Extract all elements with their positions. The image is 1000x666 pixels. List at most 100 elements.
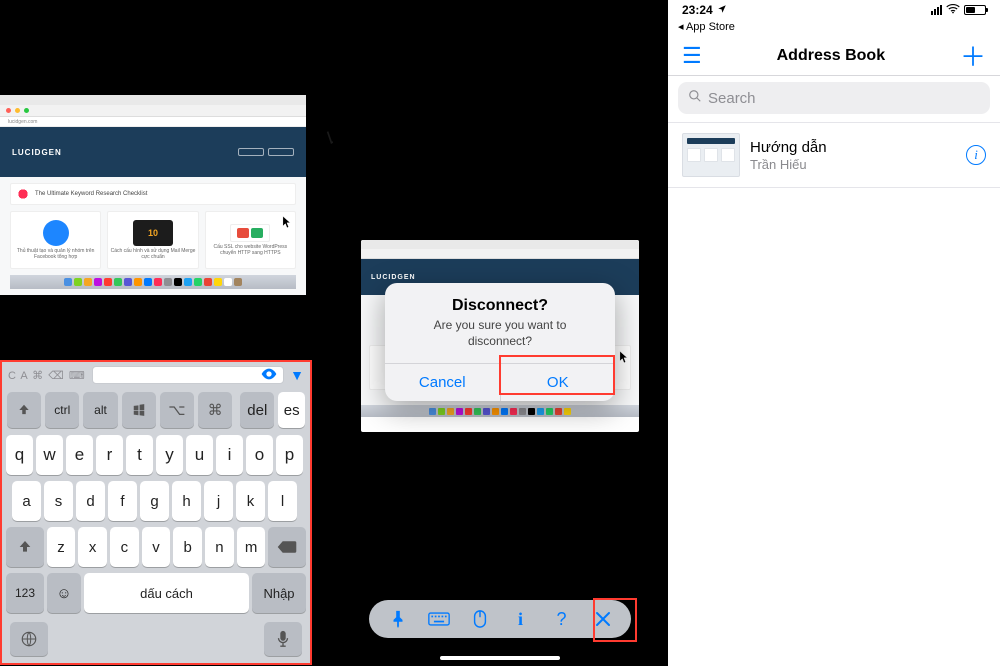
key-p[interactable]: p — [276, 435, 303, 475]
mouse-cursor-icon — [619, 350, 629, 364]
wifi-icon — [946, 3, 960, 17]
key-j[interactable]: j — [204, 481, 233, 521]
ssl-icon — [230, 224, 270, 242]
card-caption: Cấu SSL cho website WordPress chuyển HTT… — [208, 244, 293, 256]
alert-title: Disconnect? — [385, 283, 615, 317]
option-key[interactable]: ⌥ — [160, 392, 194, 428]
navbar: ☰ Address Book ＋ — [668, 36, 1000, 76]
del-key[interactable]: del — [240, 392, 274, 428]
keyboard-row-q: q w e r t y u i o p — [2, 432, 310, 478]
site-logo: LUCIDGEN — [371, 274, 416, 281]
ipad-keyboard: C A ⌘ ⌫ ⌨ ▼ ctrl alt ⌥ ⌘ del es q w e r … — [0, 360, 312, 665]
article-card: 10 Cách cấu hình và sử dụng Mail Merge c… — [107, 211, 198, 269]
browser-window-controls — [0, 105, 306, 117]
cell-signal-icon — [931, 5, 942, 15]
search-input[interactable]: Search — [678, 82, 990, 114]
list-item[interactable]: Hướng dẫn Trần Hiếu i — [668, 123, 1000, 188]
key-f[interactable]: f — [108, 481, 137, 521]
key-k[interactable]: k — [236, 481, 265, 521]
site-hero: LUCIDGEN — [0, 127, 306, 177]
visibility-icon[interactable] — [261, 368, 277, 383]
remote-session-screen: LUCIDGEN Disconnect? Are you sure you wa… — [333, 0, 667, 666]
keyboard-row-z: z x c v b n m — [2, 524, 310, 570]
help-icon[interactable]: ? — [545, 604, 579, 634]
location-icon — [717, 3, 727, 17]
close-highlight — [593, 598, 637, 642]
key-g[interactable]: g — [140, 481, 169, 521]
command-key[interactable]: ⌘ — [198, 392, 232, 428]
keyboard-toolbar-glyphs[interactable]: C A ⌘ ⌫ ⌨ — [8, 369, 86, 382]
ok-highlight — [499, 355, 615, 395]
key-l[interactable]: l — [268, 481, 297, 521]
back-to-app[interactable]: ◂ App Store — [668, 20, 1000, 36]
backspace-key[interactable] — [268, 527, 306, 567]
key-x[interactable]: x — [78, 527, 107, 567]
info-icon[interactable]: i — [966, 145, 986, 165]
mic-key[interactable] — [264, 622, 302, 656]
mailmerge-icon: 10 — [133, 220, 173, 246]
key-y[interactable]: y — [156, 435, 183, 475]
group-icon — [43, 220, 69, 246]
shift-key[interactable] — [7, 392, 41, 428]
key-o[interactable]: o — [246, 435, 273, 475]
browser-addressbar: lucidgen.com — [0, 117, 306, 127]
key-c[interactable]: c — [110, 527, 139, 567]
key-s[interactable]: s — [44, 481, 73, 521]
key-d[interactable]: d — [76, 481, 105, 521]
macos-menubar — [0, 95, 306, 105]
mouse-cursor-icon — [282, 215, 292, 229]
info-icon[interactable]: i — [504, 604, 538, 634]
banner-icon — [17, 188, 29, 200]
session-toolbar: i ? — [369, 600, 631, 638]
page-title: Address Book — [777, 47, 885, 65]
keyboard-icon[interactable] — [422, 604, 456, 634]
mouse-icon[interactable] — [463, 604, 497, 634]
key-r[interactable]: r — [96, 435, 123, 475]
remote-desktop-thumbnail: lucidgen.com LUCIDGEN The Ultimate Keywo… — [0, 95, 306, 295]
key-q[interactable]: q — [6, 435, 33, 475]
win-key[interactable] — [122, 392, 156, 428]
space-key[interactable]: dấu cách — [84, 573, 249, 613]
key-b[interactable]: b — [173, 527, 202, 567]
battery-icon — [964, 5, 986, 15]
alt-key[interactable]: alt — [83, 392, 117, 428]
keyboard-text-field[interactable] — [92, 366, 284, 384]
macos-dock — [10, 275, 296, 289]
status-bar: 23:24 — [668, 0, 1000, 20]
enter-key[interactable]: Nhập — [252, 573, 306, 613]
menu-icon[interactable]: ☰ — [682, 43, 702, 69]
globe-key[interactable] — [10, 622, 48, 656]
key-h[interactable]: h — [172, 481, 201, 521]
key-m[interactable]: m — [237, 527, 266, 567]
cancel-button[interactable]: Cancel — [385, 364, 500, 401]
banner-text: The Ultimate Keyword Research Checklist — [35, 191, 147, 197]
key-n[interactable]: n — [205, 527, 234, 567]
es-key[interactable]: es — [278, 392, 305, 428]
key-u[interactable]: u — [186, 435, 213, 475]
pin-icon[interactable] — [381, 604, 415, 634]
numbers-key[interactable]: 123 — [6, 573, 44, 613]
key-v[interactable]: v — [142, 527, 171, 567]
key-a[interactable]: a — [12, 481, 41, 521]
key-z[interactable]: z — [47, 527, 76, 567]
shift-key[interactable] — [6, 527, 44, 567]
article-card: Thủ thuật tạo và quản lý nhóm trên Faceb… — [10, 211, 101, 269]
promo-banner: The Ultimate Keyword Research Checklist — [10, 183, 296, 205]
connection-name: Hướng dẫn — [750, 139, 956, 156]
collapse-keyboard-icon[interactable]: ▼ — [290, 367, 304, 383]
search-icon — [688, 89, 702, 107]
add-button[interactable]: ＋ — [960, 37, 986, 74]
card-caption: Thủ thuật tạo và quản lý nhóm trên Faceb… — [13, 248, 98, 260]
search-placeholder: Search — [708, 90, 756, 107]
key-e[interactable]: e — [66, 435, 93, 475]
home-indicator[interactable] — [440, 656, 560, 660]
card-caption: Cách cấu hình và sử dụng Mail Merge cực … — [110, 248, 195, 260]
connection-owner: Trần Hiếu — [750, 157, 956, 172]
ctrl-key[interactable]: ctrl — [45, 392, 79, 428]
site-logo: LUCIDGEN — [12, 148, 62, 157]
key-w[interactable]: w — [36, 435, 63, 475]
status-time: 23:24 — [682, 3, 713, 17]
key-i[interactable]: i — [216, 435, 243, 475]
emoji-key[interactable]: ☺ — [47, 573, 81, 613]
key-t[interactable]: t — [126, 435, 153, 475]
